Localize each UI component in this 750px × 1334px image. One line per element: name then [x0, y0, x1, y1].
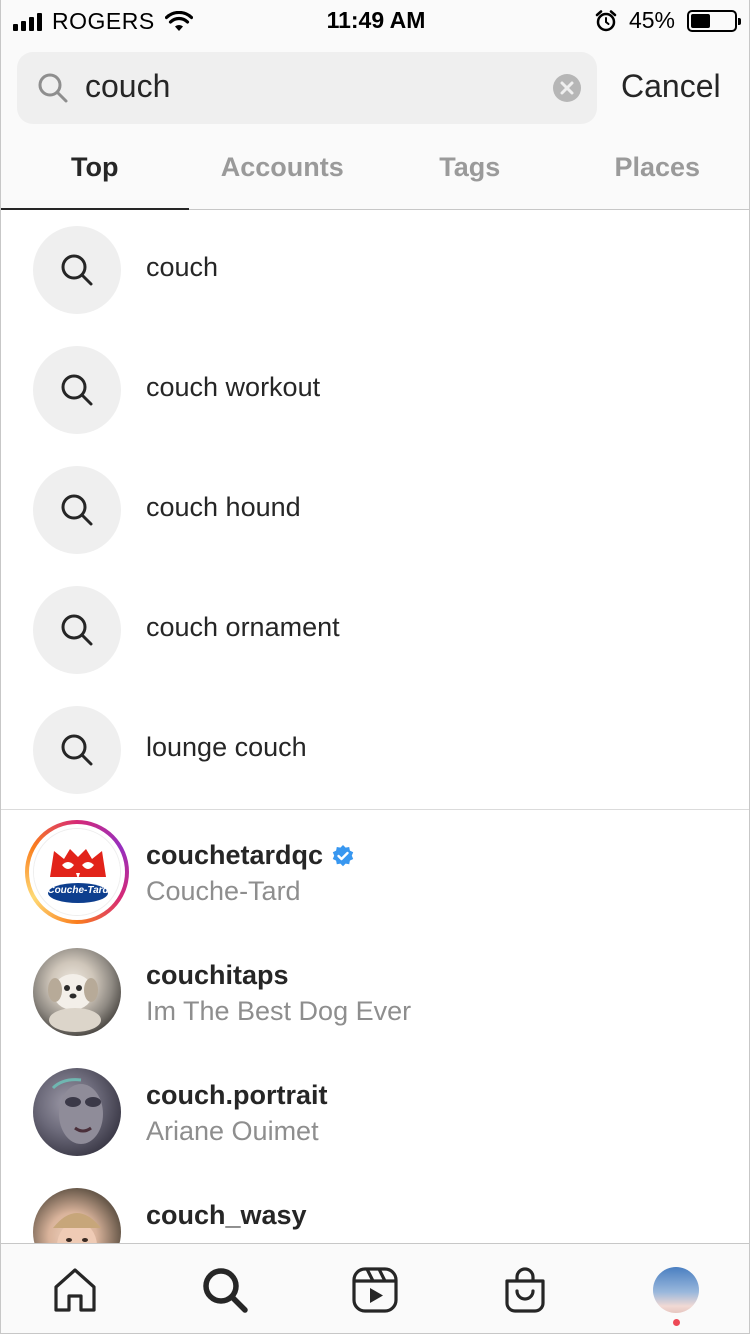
account-username: couchetardqc: [146, 840, 355, 871]
search-icon: [61, 254, 93, 286]
account-fullname: Couche-Tard: [146, 876, 301, 906]
bottom-nav: [1, 1243, 749, 1333]
battery-icon: [687, 9, 741, 32]
suggestion-item[interactable]: couch ornament: [1, 570, 749, 690]
search-query[interactable]: couch: [85, 68, 170, 105]
search-icon: [61, 734, 93, 766]
app-frame: ROGERS 11:49 AM 45% couch Cancel Top Acc…: [0, 0, 750, 1334]
username-text: couchitaps: [146, 960, 289, 990]
suggestion-icon-circle: [33, 346, 121, 434]
tab-places[interactable]: Places: [564, 132, 750, 209]
suggestion-item[interactable]: lounge couch: [1, 690, 749, 810]
suggestion-label: couch hound: [146, 492, 301, 522]
search-input[interactable]: couch: [17, 52, 597, 124]
battery-percent: 45%: [628, 7, 675, 33]
suggestion-label: lounge couch: [146, 732, 307, 762]
cancel-button[interactable]: Cancel: [621, 68, 721, 105]
home-icon[interactable]: [47, 1262, 103, 1318]
suggestion-icon-circle: [33, 586, 121, 674]
profile-picture: [653, 1267, 699, 1313]
alarm-icon: [595, 9, 617, 31]
battery-fill: [691, 13, 710, 28]
username-text: couch.portrait: [146, 1080, 328, 1110]
suggestion-item[interactable]: couch hound: [1, 450, 749, 570]
suggestion-icon-circle: [33, 466, 121, 554]
tab-tags[interactable]: Tags: [376, 132, 564, 209]
username-text: couch_wasy: [146, 1200, 307, 1230]
suggestion-icon-circle: [33, 706, 121, 794]
clear-icon[interactable]: [553, 74, 581, 102]
username-text: couchetardqc: [146, 840, 324, 870]
status-right: 45%: [595, 7, 741, 34]
suggestion-item[interactable]: couch: [1, 210, 749, 330]
search-icon[interactable]: [197, 1262, 253, 1318]
account-fullname: Ariane Ouimet: [146, 1116, 319, 1146]
tab-accounts[interactable]: Accounts: [189, 132, 377, 209]
search-icon: [61, 494, 93, 526]
account-row[interactable]: Couche-Tard couchetardqc Couche-Tard: [1, 810, 749, 930]
search-header: couch Cancel: [1, 40, 749, 132]
suggestion-item[interactable]: couch workout: [1, 330, 749, 450]
account-username: couch_wasy: [146, 1200, 307, 1231]
suggestion-label: couch: [146, 252, 219, 282]
account-row[interactable]: couchitaps Im The Best Dog Ever: [1, 930, 749, 1050]
profile-avatar[interactable]: [648, 1262, 704, 1318]
account-fullname: Im The Best Dog Ever: [146, 996, 412, 1026]
couche-tard-logo: Couche-Tard: [33, 828, 121, 916]
account-row[interactable]: couch.portrait Ariane Ouimet: [1, 1050, 749, 1170]
suggestion-icon-circle: [33, 226, 121, 314]
search-tabs: Top Accounts Tags Places: [1, 132, 750, 210]
avatar[interactable]: [33, 1068, 121, 1156]
search-icon: [61, 614, 93, 646]
search-icon: [61, 374, 93, 406]
suggestion-label: couch ornament: [146, 612, 340, 642]
account-username: couch.portrait: [146, 1080, 328, 1111]
shop-icon[interactable]: [497, 1262, 553, 1318]
tab-top[interactable]: Top: [1, 132, 189, 210]
verified-badge-icon: [332, 844, 354, 866]
suggestion-label: couch workout: [146, 372, 321, 402]
avatar[interactable]: [33, 948, 121, 1036]
logo-text: Couche-Tard: [47, 885, 109, 896]
search-icon: [38, 73, 68, 103]
notification-dot: [673, 1319, 680, 1326]
status-bar: ROGERS 11:49 AM 45%: [1, 0, 749, 40]
story-ring[interactable]: Couche-Tard: [25, 820, 129, 924]
account-username: couchitaps: [146, 960, 289, 991]
reels-icon[interactable]: [347, 1262, 403, 1318]
